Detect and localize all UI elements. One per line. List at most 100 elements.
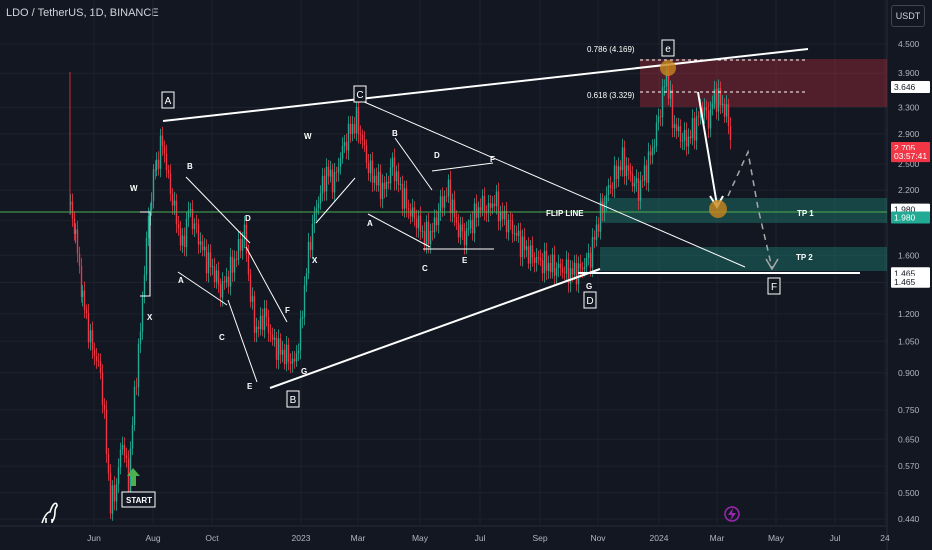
time-tick-label: 24 (880, 533, 890, 543)
fib-label: 0.618 (3.329) (587, 91, 635, 100)
time-axis[interactable]: Jun Aug Oct 2023 Mar May Jul Sep Nov 2024 Mar May Ju… (87, 533, 890, 543)
wave-label: B (187, 162, 193, 171)
candle (343, 135, 346, 153)
candle (147, 207, 150, 247)
candle (459, 216, 462, 245)
candle (213, 257, 216, 288)
candle (113, 476, 116, 511)
candle (341, 137, 344, 164)
wave-label: W (130, 184, 138, 193)
wave-label: B (392, 129, 398, 138)
candle (631, 165, 634, 192)
candle (729, 117, 732, 150)
candle (501, 202, 504, 228)
candle (395, 165, 398, 191)
candle (503, 205, 506, 226)
candle (545, 242, 548, 281)
candle (227, 270, 230, 294)
candle (411, 198, 414, 222)
candle (385, 172, 388, 197)
candle (319, 185, 322, 210)
candle (239, 230, 242, 259)
candle (567, 252, 570, 293)
candle (97, 353, 100, 367)
candle (521, 229, 524, 267)
candle (355, 98, 358, 141)
price-tick-label: 0.570 (898, 461, 920, 471)
candle (371, 151, 374, 192)
time-tick-label: 2024 (650, 533, 669, 543)
candle (489, 195, 492, 216)
candle (679, 119, 682, 149)
candle (593, 230, 596, 249)
candle (119, 442, 122, 475)
candle (295, 345, 298, 367)
candle (217, 261, 220, 293)
candle (367, 154, 370, 181)
candle (95, 347, 98, 369)
price-tick-label: 0.500 (898, 488, 920, 498)
candle (563, 266, 566, 281)
candle (165, 144, 168, 178)
svg-text:1.980: 1.980 (894, 212, 916, 222)
wave-label: W (304, 132, 312, 141)
candle (413, 201, 416, 227)
candle (445, 187, 448, 203)
price-tick-label: 0.440 (898, 514, 920, 524)
candle (627, 157, 630, 180)
candle (123, 437, 126, 463)
candle (161, 126, 164, 156)
candle (613, 156, 616, 198)
candle (477, 201, 480, 227)
candle (393, 148, 396, 191)
boxed-label: e (665, 44, 671, 55)
candle (619, 160, 622, 177)
candle (553, 245, 556, 285)
candle (215, 263, 218, 289)
candle (449, 170, 452, 222)
candle (105, 400, 108, 463)
time-tick-label: Jun (87, 533, 101, 543)
candle (509, 211, 512, 230)
candle (649, 144, 652, 165)
candle (561, 258, 564, 279)
candle (167, 164, 170, 179)
wave-label: C (422, 264, 428, 273)
candle (635, 169, 638, 192)
time-tick-label: May (412, 533, 429, 543)
candle (237, 231, 240, 266)
candle (325, 158, 328, 201)
candle (537, 250, 540, 265)
candle (78, 246, 81, 274)
time-tick-label: Jul (475, 533, 486, 543)
candle (409, 203, 412, 224)
time-tick-label: Aug (145, 533, 160, 543)
candle (103, 398, 106, 419)
candle (283, 343, 286, 370)
candle (277, 329, 280, 370)
candle (189, 202, 192, 217)
candle (493, 195, 496, 213)
candle (339, 152, 342, 175)
candle (135, 377, 138, 396)
start-label: START (126, 496, 152, 505)
wave-label: D (245, 214, 251, 223)
candle (547, 255, 550, 280)
candle (145, 231, 148, 282)
candle (305, 268, 308, 292)
price-label: 3.646 (891, 80, 930, 93)
candle (473, 198, 476, 243)
candle (169, 164, 172, 202)
candle (109, 464, 112, 520)
candle (303, 276, 306, 326)
lower-trendline (269, 268, 601, 389)
chart[interactable]: LDO / TetherUS, 1D, BINANCE USDT W X A B… (0, 0, 932, 550)
candle (309, 236, 312, 258)
candle (463, 223, 466, 255)
candle (383, 176, 386, 199)
candle (451, 193, 454, 223)
candle (651, 139, 654, 164)
wave-label: X (312, 256, 318, 265)
price-label: 1.980 (891, 211, 930, 224)
boxed-label: A (165, 96, 172, 107)
